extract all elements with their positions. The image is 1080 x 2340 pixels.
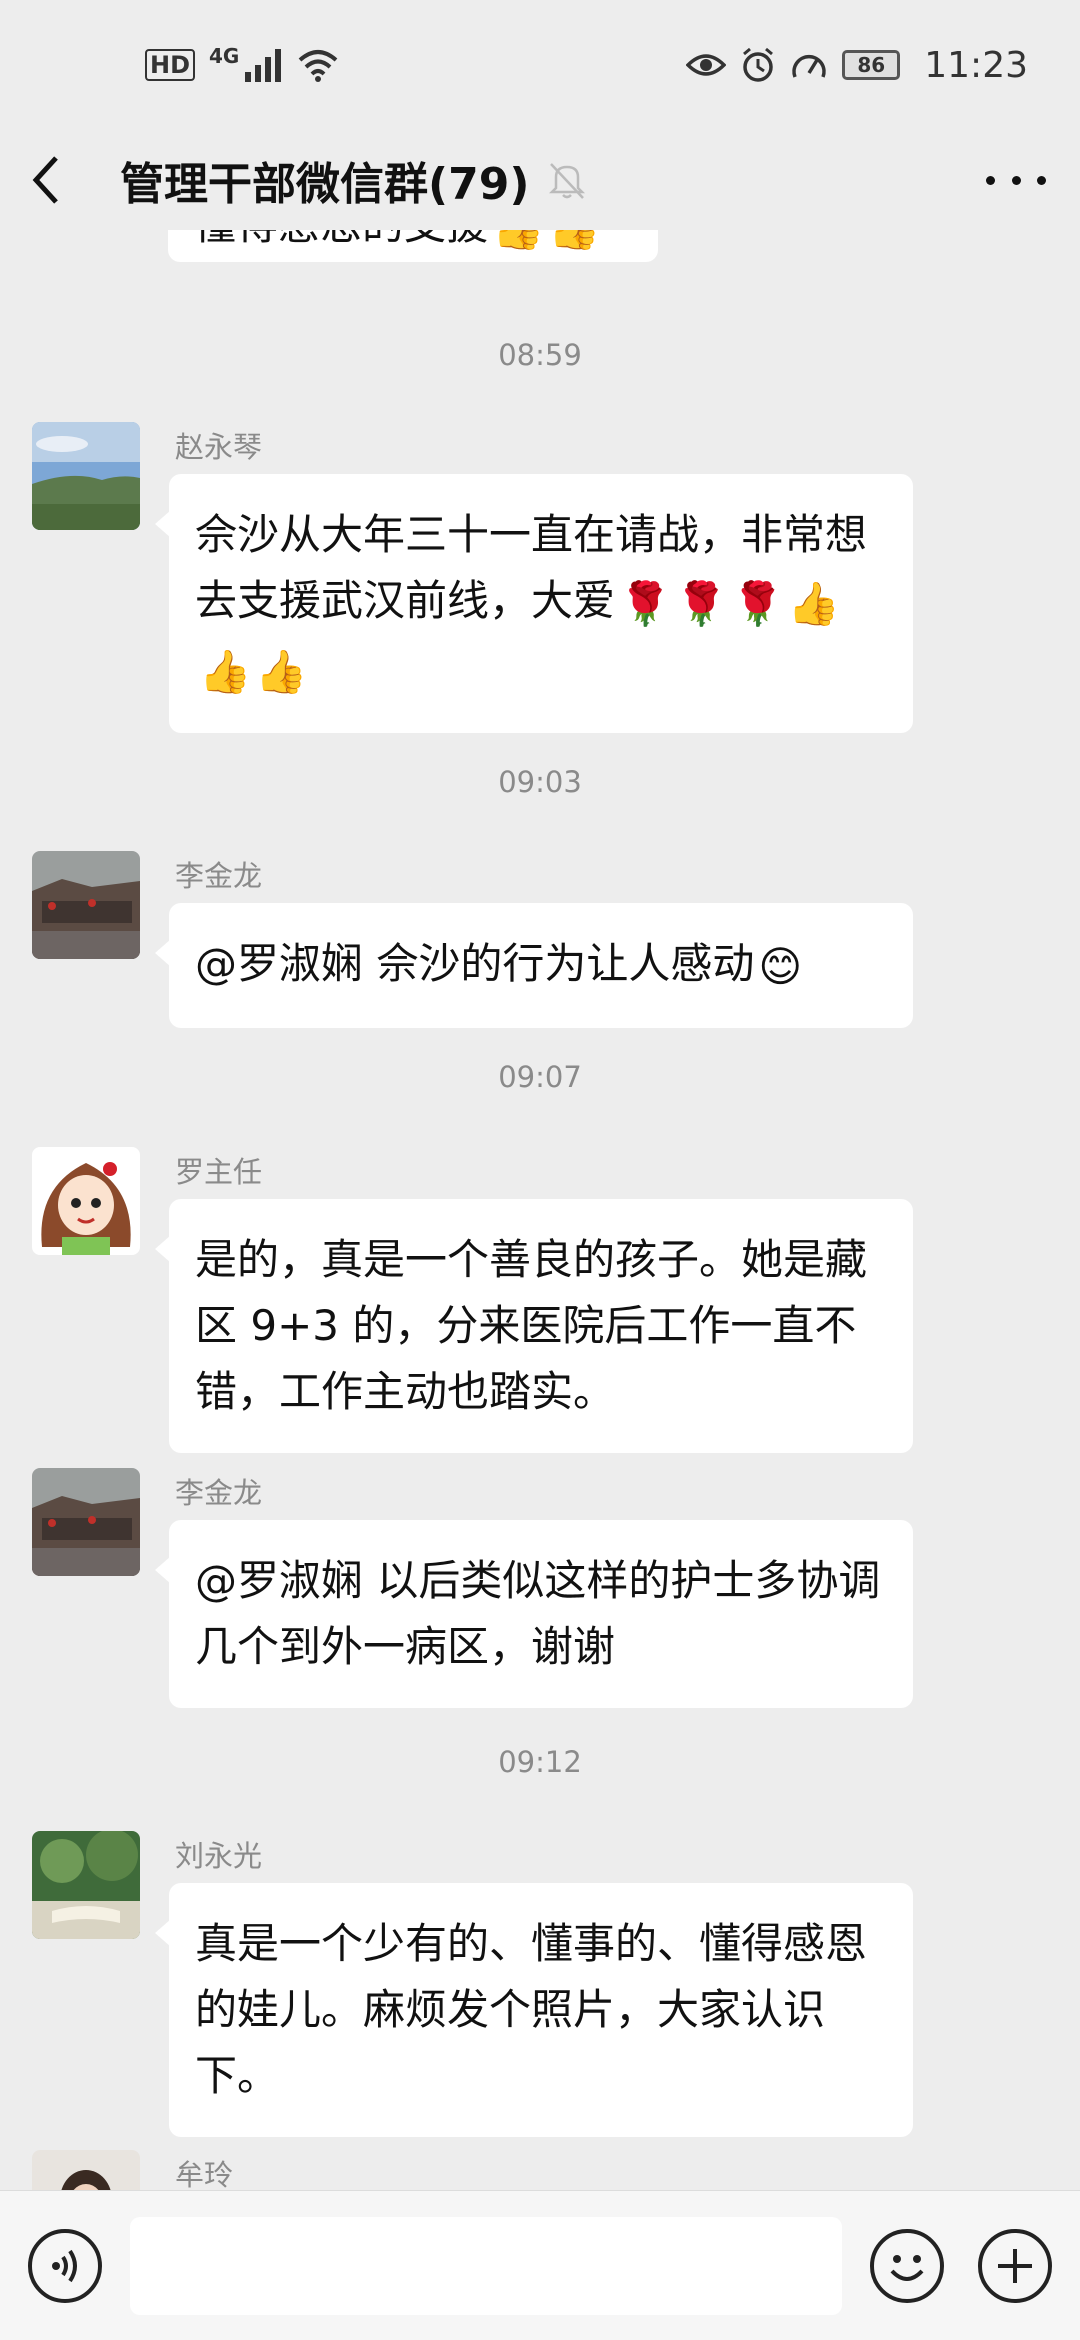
sender-name: 罗主任 [175, 1155, 263, 1189]
plus-icon [998, 2249, 1032, 2283]
more-menu-button[interactable] [986, 158, 1046, 202]
landscape-avatar-icon [32, 422, 140, 530]
message-bubble-partial[interactable]: 懂得感恩的支援👍👍 [168, 230, 658, 262]
chat-header: 管理干部微信群(79) [0, 130, 1080, 230]
smiley-icon: 😊 [758, 941, 803, 991]
book-avatar-icon [32, 1831, 140, 1939]
voice-input-button[interactable] [28, 2229, 102, 2303]
chat-messages[interactable]: 懂得感恩的支援👍👍 08:59 赵永琴 佘沙从大年三十一直在请战，非常想去支援武… [0, 230, 1080, 2190]
message-text: 真是一个少有的、懂事的、懂得感恩的娃儿。麻烦发个照片，大家认识下。 [195, 1919, 868, 2100]
message-bubble[interactable]: 佘沙从大年三十一直在请战，非常想去支援武汉前线，大爱🌹🌹🌹👍👍👍 [155, 474, 913, 733]
thumbs-up-icon: 👍 [199, 647, 252, 696]
thumbs-up-icon: 👍 [255, 647, 308, 696]
message-bubble[interactable]: 真是一个少有的、懂事的、懂得感恩的娃儿。麻烦发个照片，大家认识下。 [155, 1883, 913, 2137]
rose-icon: 🌹 [731, 578, 784, 628]
eye-comfort-icon [686, 54, 727, 76]
battery-indicator: 86 [842, 50, 901, 80]
building-avatar-icon [32, 851, 140, 959]
wifi-icon [299, 50, 338, 82]
cartoon-girl-avatar-icon [32, 1147, 140, 1255]
voice-icon [52, 2249, 77, 2283]
message-text: @罗淑娴 以后类似这样的护士多协调几个到外一病区，谢谢 [195, 1556, 881, 1671]
thumbs-up-icon: 👍 [492, 230, 544, 261]
dot-icon [986, 175, 995, 185]
timestamp: 09:07 [498, 1060, 582, 1094]
message-bubble[interactable]: @罗淑娴 以后类似这样的护士多协调几个到外一病区，谢谢 [155, 1520, 913, 1708]
thumbs-up-icon: 👍 [787, 578, 841, 628]
sender-name: 刘永光 [175, 1839, 263, 1873]
sender-name: 赵永琴 [175, 430, 263, 464]
timestamp: 09:03 [498, 765, 582, 799]
smiley-face-icon [890, 2255, 924, 2281]
sender-name: 牟玲 [175, 2158, 234, 2190]
chevron-left-icon [32, 156, 58, 204]
timestamp: 08:59 [498, 338, 582, 372]
avatar[interactable] [32, 422, 140, 530]
message-input[interactable] [130, 2217, 842, 2315]
input-bar [0, 2190, 1080, 2340]
alarm-icon [743, 47, 774, 82]
status-time: 11:23 [924, 44, 1028, 86]
message-bubble[interactable]: @罗淑娴 佘沙的行为让人感动😊 [155, 903, 913, 1028]
status-right: 86 11:23 [686, 45, 1028, 86]
rose-icon: 🌹 [675, 578, 728, 628]
message-text: @罗淑娴 佘沙的行为让人感动 [195, 939, 755, 988]
building-avatar-icon [32, 1468, 140, 1576]
status-bar: HD 4G 86 11:23 [0, 0, 1080, 130]
dot-icon [1011, 175, 1021, 185]
dot-icon [1037, 175, 1046, 185]
portrait-avatar-icon [32, 2150, 140, 2190]
thumbs-up-icon: 👍 [548, 230, 600, 261]
hd-badge: HD [145, 49, 196, 81]
chat-title: 管理干部微信群(79) [120, 159, 530, 210]
emoji-button[interactable] [870, 2229, 944, 2303]
sender-name: 李金龙 [175, 859, 263, 893]
speedometer-icon [792, 54, 826, 78]
message-text: 懂得感恩的支援 [194, 230, 488, 249]
message-text: 是的，真是一个善良的孩子。她是藏区 9+3 的，分来医院后工作一直不错，工作主动… [195, 1235, 868, 1416]
timestamp: 09:12 [498, 1745, 582, 1779]
avatar[interactable] [32, 851, 140, 959]
more-functions-button[interactable] [978, 2229, 1052, 2303]
rose-icon: 🌹 [619, 578, 672, 628]
mute-bell-icon [549, 163, 586, 199]
avatar[interactable] [32, 1468, 140, 1576]
avatar[interactable] [32, 1831, 140, 1939]
back-button[interactable] [30, 150, 80, 210]
avatar[interactable] [32, 1147, 140, 1255]
status-left: HD 4G [145, 44, 339, 82]
network-type: 4G [209, 44, 240, 68]
sender-name: 李金龙 [175, 1476, 263, 1510]
message-bubble[interactable]: 是的，真是一个善良的孩子。她是藏区 9+3 的，分来医院后工作一直不错，工作主动… [155, 1199, 913, 1453]
avatar[interactable] [32, 2150, 140, 2190]
signal-icon [245, 49, 282, 82]
